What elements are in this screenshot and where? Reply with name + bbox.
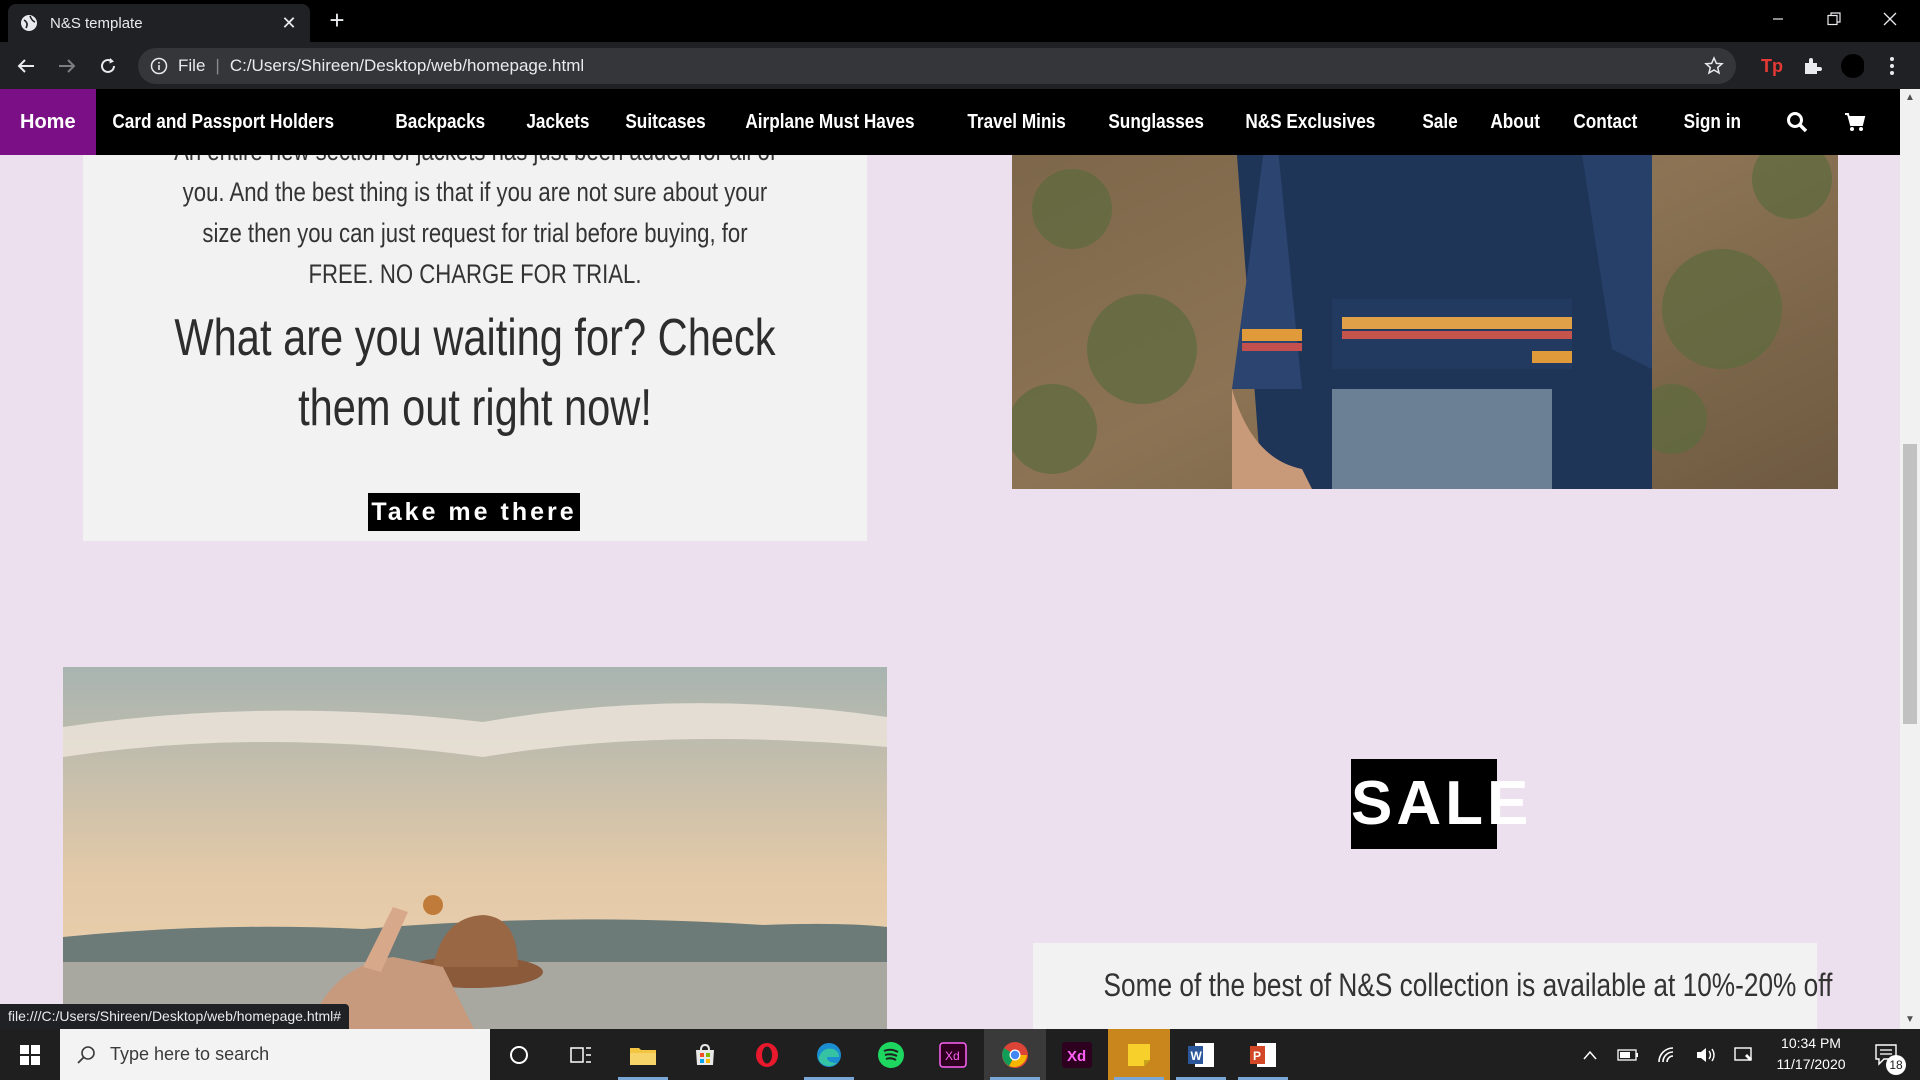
nav-suitcases[interactable]: Suitcases xyxy=(609,89,722,155)
cart-icon[interactable] xyxy=(1842,109,1868,135)
search-icon[interactable] xyxy=(1784,109,1810,135)
powerpoint-icon[interactable]: P xyxy=(1232,1029,1294,1080)
sign-in-link[interactable]: Sign in xyxy=(1684,111,1741,134)
opera-icon[interactable] xyxy=(736,1029,798,1080)
taskbar-search-box[interactable]: Type here to search xyxy=(60,1029,490,1080)
task-view-icon[interactable] xyxy=(550,1029,612,1080)
wifi-icon[interactable] xyxy=(1654,1029,1682,1080)
extension-tp-icon[interactable]: Tp xyxy=(1760,54,1784,78)
tray-chevron-up-icon[interactable] xyxy=(1578,1029,1602,1080)
search-icon xyxy=(77,1045,95,1064)
browser-tab[interactable]: N&S template ✕ xyxy=(8,4,310,42)
microsoft-store-icon[interactable] xyxy=(674,1029,736,1080)
beach-hat-photo xyxy=(63,667,887,1029)
jackets-promo-text: An entire new section of jackets has jus… xyxy=(174,136,776,289)
sticky-notes-icon[interactable] xyxy=(1108,1029,1170,1080)
scroll-down-arrow-icon[interactable]: ▼ xyxy=(1905,1015,1915,1025)
cortana-icon[interactable] xyxy=(488,1029,550,1080)
word-icon[interactable]: W xyxy=(1170,1029,1232,1080)
tab-title: N&S template xyxy=(50,14,143,32)
adobe-xd-icon[interactable]: Xd xyxy=(1046,1029,1108,1080)
nav-ns-exclusives[interactable]: N&S Exclusives xyxy=(1229,89,1392,155)
back-arrow-icon[interactable] xyxy=(12,52,40,80)
site-navbar: Home Card and Passport Holders Backpacks… xyxy=(0,89,1900,155)
globe-icon xyxy=(21,15,37,31)
minimize-icon[interactable] xyxy=(1750,0,1806,38)
windows-start-icon[interactable] xyxy=(0,1029,60,1080)
sale-info-text: Some of the best of N&S collection is av… xyxy=(1103,967,1833,1003)
chrome-icon[interactable] xyxy=(984,1029,1046,1080)
windows-taskbar: Type here to search Xd Xd W P 10:34 PM 1… xyxy=(0,1029,1920,1080)
info-icon[interactable] xyxy=(150,57,168,75)
page-scrollbar[interactable]: ▲ ▼ xyxy=(1900,89,1920,1029)
reload-icon[interactable] xyxy=(94,52,122,80)
nav-travel-minis[interactable]: Travel Minis xyxy=(951,89,1082,155)
close-tab-icon[interactable]: ✕ xyxy=(280,14,298,32)
svg-text:W: W xyxy=(1191,1049,1203,1063)
clock-time: 10:34 PM xyxy=(1781,1035,1841,1051)
url-text: C:/Users/Shireen/Desktop/web/homepage.ht… xyxy=(229,56,585,75)
forward-arrow-icon[interactable] xyxy=(53,52,81,80)
nav-sale[interactable]: Sale xyxy=(1406,89,1474,155)
bookmark-star-icon[interactable] xyxy=(1704,56,1724,76)
nav-contact[interactable]: Contact xyxy=(1557,89,1654,155)
nav-backpacks[interactable]: Backpacks xyxy=(379,89,502,155)
sale-info-card: Some of the best of N&S collection is av… xyxy=(1033,943,1833,1029)
edge-icon[interactable] xyxy=(798,1029,860,1080)
nav-sunglasses[interactable]: Sunglasses xyxy=(1092,89,1220,155)
jackets-cta-heading: What are you waiting for? Check them out… xyxy=(174,309,776,437)
link-status-bubble: file:///C:/Users/Shireen/Desktop/web/hom… xyxy=(0,1004,350,1029)
profile-avatar-icon[interactable] xyxy=(1840,54,1864,78)
notification-count-badge: 18 xyxy=(1886,1055,1906,1075)
url-scheme-label: File xyxy=(178,56,206,75)
take-me-there-button[interactable]: Take me there xyxy=(368,493,580,531)
url-separator: | xyxy=(215,56,220,75)
spotify-icon[interactable] xyxy=(860,1029,922,1080)
browser-tabstrip: N&S template ✕ + xyxy=(0,0,1920,42)
scroll-up-arrow-icon[interactable]: ▲ xyxy=(1905,93,1915,103)
taskbar-clock[interactable]: 10:34 PM 11/17/2020 xyxy=(1764,1033,1858,1075)
nav-card-passport-holders[interactable]: Card and Passport Holders xyxy=(96,89,350,155)
page-viewport: Home Card and Passport Holders Backpacks… xyxy=(0,89,1900,1029)
file-explorer-icon[interactable] xyxy=(612,1029,674,1080)
puzzle-extensions-icon[interactable] xyxy=(1800,54,1824,78)
svg-text:P: P xyxy=(1253,1049,1261,1063)
volume-icon[interactable] xyxy=(1692,1029,1720,1080)
nav-about[interactable]: About xyxy=(1474,89,1556,155)
address-bar[interactable]: File | C:/Users/Shireen/Desktop/web/home… xyxy=(138,48,1736,84)
battery-icon[interactable] xyxy=(1614,1029,1642,1080)
restore-icon[interactable] xyxy=(1806,0,1862,38)
svg-text:Xd: Xd xyxy=(1067,1048,1086,1065)
close-window-icon[interactable] xyxy=(1862,0,1918,38)
jackets-promo-card: An entire new section of jackets has jus… xyxy=(83,89,867,541)
clock-date: 11/17/2020 xyxy=(1776,1056,1846,1072)
kebab-menu-icon[interactable] xyxy=(1880,54,1904,78)
taskbar-search-placeholder: Type here to search xyxy=(110,1044,270,1064)
browser-toolbar: File | C:/Users/Shireen/Desktop/web/home… xyxy=(0,42,1920,89)
adobe-xd-outline-icon[interactable]: Xd xyxy=(922,1029,984,1080)
notifications-icon[interactable]: 18 xyxy=(1862,1029,1912,1080)
svg-text:Xd: Xd xyxy=(945,1049,960,1063)
nav-home[interactable]: Home xyxy=(0,89,96,155)
new-tab-icon[interactable]: + xyxy=(324,7,350,34)
nav-airplane-must-haves[interactable]: Airplane Must Haves xyxy=(729,89,931,155)
scrollbar-thumb[interactable] xyxy=(1903,444,1917,724)
display-settings-icon[interactable] xyxy=(1730,1029,1758,1080)
nav-jackets[interactable]: Jackets xyxy=(510,89,606,155)
sale-heading-badge: SALE xyxy=(1351,759,1528,849)
